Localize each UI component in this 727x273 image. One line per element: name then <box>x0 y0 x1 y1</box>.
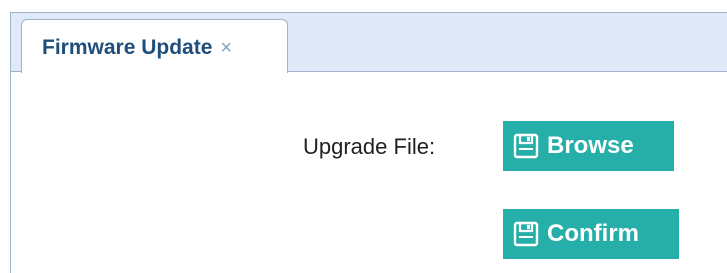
tab-bar: Firmware Update × <box>11 13 727 73</box>
save-icon <box>513 133 539 159</box>
panel-frame: Firmware Update × Upgrade File: Browse C… <box>10 12 727 273</box>
close-icon[interactable]: × <box>220 38 232 58</box>
confirm-button-label: Confirm <box>547 220 639 247</box>
browse-button-label: Browse <box>547 132 634 159</box>
firmware-update-form: Upgrade File: Browse Confirm <box>11 73 727 273</box>
tab-firmware-update[interactable]: Firmware Update × <box>21 19 288 73</box>
save-icon <box>513 221 539 247</box>
confirm-button[interactable]: Confirm <box>503 209 679 259</box>
browse-button[interactable]: Browse <box>503 121 674 171</box>
upgrade-file-label: Upgrade File: <box>303 134 436 159</box>
tab-title: Firmware Update <box>42 35 213 59</box>
